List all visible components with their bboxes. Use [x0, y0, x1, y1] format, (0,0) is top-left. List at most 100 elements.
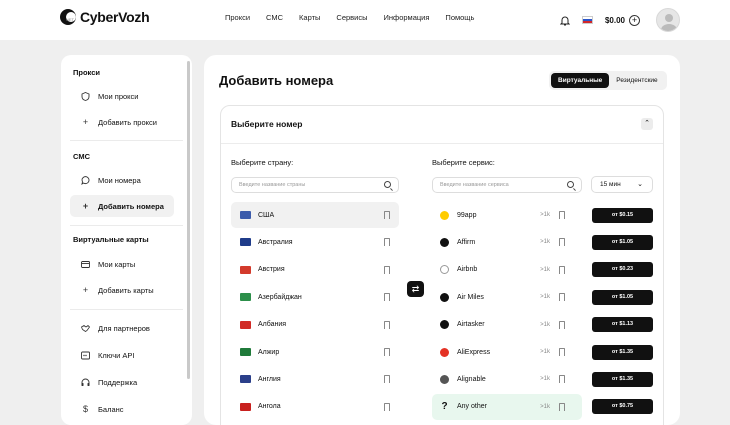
sidebar-item-label: Ключи API — [98, 350, 135, 360]
service-row[interactable]: Air Miles >1k — [432, 284, 582, 310]
country-row[interactable]: Ангола — [231, 394, 399, 420]
99-icon — [440, 210, 449, 220]
country-flag-icon — [240, 265, 251, 274]
sidebar-section-virtual-cards: Виртуальные карты — [73, 235, 149, 244]
country-row[interactable]: Алжир — [231, 339, 399, 365]
duration-select[interactable]: 15 мин ⌄ — [591, 176, 653, 193]
sidebar-section-sms: СМС — [73, 152, 90, 161]
sidebar-item-partners[interactable]: Для партнеров — [70, 317, 174, 339]
country-row[interactable]: Австрия — [231, 257, 399, 283]
logo-subtext: NET — [66, 17, 74, 22]
swap-icon[interactable]: ⇄ — [407, 281, 424, 297]
country-search-input[interactable]: Введите название страны — [231, 177, 399, 193]
service-count: >1k — [540, 321, 550, 328]
question-icon: ? — [441, 401, 448, 413]
affirm-icon — [440, 237, 449, 247]
price-button[interactable]: от $1.35 — [592, 344, 653, 360]
sidebar-scrollbar[interactable] — [187, 61, 190, 379]
price-button[interactable]: от $0.75 — [592, 399, 653, 415]
bookmark-icon[interactable] — [559, 211, 565, 219]
bookmark-icon[interactable] — [559, 320, 565, 329]
page-title: Добавить номера — [219, 73, 334, 88]
sidebar-item-my-proxies[interactable]: Мои прокси — [70, 85, 174, 107]
main-panel: Добавить номера Виртуальные Резидентские… — [204, 55, 680, 425]
bookmark-icon[interactable] — [384, 375, 390, 384]
bookmark-icon[interactable] — [384, 320, 390, 329]
select-number-card: Выберите номер ⌃ Выберите страну: Введит… — [220, 105, 664, 425]
bookmark-icon[interactable] — [559, 238, 565, 247]
language-flag-icon[interactable] — [581, 16, 593, 24]
country-row[interactable]: Австралия — [231, 229, 399, 255]
bookmark-icon[interactable] — [384, 348, 390, 356]
nav-item-help[interactable]: Помощь — [445, 13, 474, 22]
sidebar-item-api-keys[interactable]: Ключи API — [70, 344, 174, 366]
sidebar-item-add-numbers[interactable]: + Добавить номера — [70, 195, 174, 217]
service-row[interactable]: ? Any other >1k — [432, 393, 582, 420]
country-flag-icon — [240, 320, 251, 329]
country-name: Австрия — [258, 266, 285, 274]
country-row[interactable]: США — [231, 202, 399, 228]
sidebar-item-my-numbers[interactable]: Мои номера — [70, 169, 174, 191]
tab-residential[interactable]: Резидентские — [609, 73, 664, 88]
sidebar-item-add-proxy[interactable]: + Добавить прокси — [70, 111, 174, 133]
bookmark-icon[interactable] — [384, 238, 390, 247]
service-row[interactable]: Affirm >1k — [432, 229, 582, 255]
service-row[interactable]: Airtasker >1k — [432, 312, 582, 338]
price-button[interactable]: от $0.15 — [592, 207, 653, 223]
price-button[interactable]: от $1.13 — [592, 317, 653, 333]
service-search-input[interactable]: Введите название сервиса — [432, 177, 582, 193]
chevron-up-icon[interactable]: ⌃ — [641, 118, 653, 130]
sidebar-divider — [70, 140, 183, 141]
country-search-placeholder: Введите название страны — [239, 182, 306, 188]
country-name: Австралия — [258, 238, 293, 246]
dollar-icon: $ — [82, 404, 88, 414]
price-button[interactable]: от $1.05 — [592, 234, 653, 250]
service-count: >1k — [540, 294, 550, 301]
card-title: Выберите номер — [231, 119, 303, 129]
sidebar-item-balance[interactable]: $ Баланс — [70, 398, 174, 420]
add-balance-icon[interactable]: + — [629, 14, 640, 26]
price-button[interactable]: от $0.23 — [592, 262, 653, 278]
nav-item-info[interactable]: Информация — [384, 13, 430, 22]
bookmark-icon[interactable] — [384, 211, 390, 219]
bookmark-icon[interactable] — [559, 293, 565, 302]
service-name: Affirm — [457, 238, 476, 246]
sidebar-item-my-cards[interactable]: Мои карты — [70, 253, 174, 275]
bookmark-icon[interactable] — [384, 265, 390, 274]
service-row[interactable]: AliExpress >1k — [432, 339, 582, 365]
service-search-placeholder: Введите название сервиса — [440, 182, 509, 188]
price-button[interactable]: от $1.05 — [592, 289, 653, 305]
sidebar-item-add-cards[interactable]: + Добавить карты — [70, 279, 174, 301]
airbnb-icon — [440, 265, 449, 275]
bookmark-icon[interactable] — [559, 402, 565, 411]
sidebar-item-support[interactable]: Поддержка — [70, 371, 174, 393]
service-name: Airtasker — [457, 321, 485, 329]
bookmark-icon[interactable] — [559, 375, 565, 384]
bookmark-icon[interactable] — [559, 348, 565, 356]
country-row[interactable]: Азербайджан — [231, 284, 399, 310]
nav-item-services[interactable]: Сервисы — [336, 13, 367, 22]
sidebar-item-label: Мои карты — [98, 259, 136, 269]
avatar[interactable] — [656, 8, 680, 32]
nav-item-proxy[interactable]: Прокси — [225, 13, 250, 22]
country-row[interactable]: Албания — [231, 312, 399, 338]
price-button[interactable]: от $1.35 — [592, 371, 653, 387]
card-divider — [221, 143, 663, 144]
nav-item-cards[interactable]: Карты — [299, 13, 320, 22]
bookmark-icon[interactable] — [384, 293, 390, 302]
bookmark-icon[interactable] — [559, 265, 565, 274]
country-row[interactable]: Англия — [231, 366, 399, 392]
service-count: >1k — [540, 349, 550, 355]
airmiles-icon — [440, 292, 449, 302]
bell-icon[interactable] — [559, 15, 570, 26]
bookmark-icon[interactable] — [384, 402, 390, 411]
nav-item-sms[interactable]: СМС — [266, 13, 283, 22]
handshake-icon — [81, 324, 90, 333]
number-type-toggle: Виртуальные Резидентские — [549, 71, 667, 90]
service-name: 99app — [457, 211, 477, 219]
service-row[interactable]: 99app >1k — [432, 202, 582, 228]
service-row[interactable]: Alignable >1k — [432, 366, 582, 392]
tab-virtual[interactable]: Виртуальные — [551, 73, 610, 88]
service-row[interactable]: Airbnb >1k — [432, 257, 582, 283]
search-icon — [567, 181, 574, 188]
